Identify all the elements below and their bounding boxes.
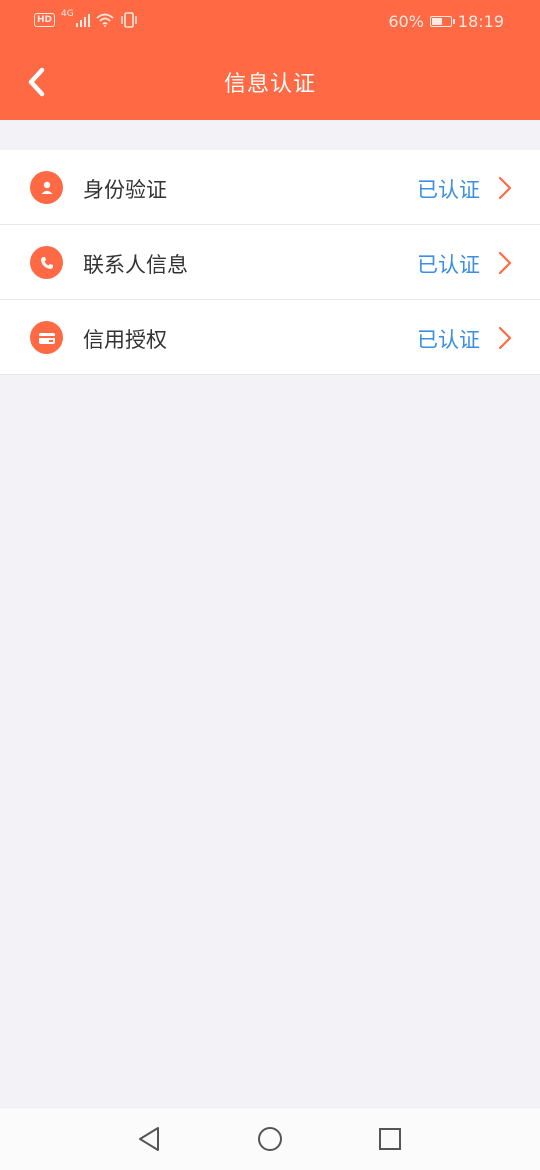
- chevron-right-icon: [498, 176, 512, 200]
- wifi-icon: [96, 13, 114, 27]
- square-recent-icon: [379, 1128, 401, 1150]
- system-nav-bar: [0, 1107, 540, 1170]
- verification-list: 身份验证 已认证 联系人信息 已认证 信用授权 已认证: [0, 150, 540, 375]
- nav-home-button[interactable]: [256, 1125, 284, 1153]
- nav-back-button[interactable]: [136, 1125, 164, 1153]
- battery-icon: [429, 16, 455, 27]
- list-item-identity[interactable]: 身份验证 已认证: [0, 150, 540, 224]
- circle-home-icon: [258, 1127, 282, 1151]
- vibrate-icon: [120, 12, 137, 28]
- list-item-label: 信用授权: [83, 328, 167, 352]
- clock: 18:19: [457, 12, 504, 31]
- card-icon: [30, 321, 63, 354]
- list-item-label: 联系人信息: [83, 253, 188, 277]
- chevron-right-icon: [498, 251, 512, 275]
- status-left: HD 4G: [34, 9, 138, 28]
- status-badge: 已认证: [417, 178, 480, 202]
- status-right: 60% 18:19: [388, 12, 504, 31]
- phone-icon: [30, 246, 63, 279]
- status-badge: 已认证: [417, 328, 480, 352]
- triangle-back-icon: [139, 1127, 159, 1151]
- signal-icon: [75, 14, 90, 27]
- hd-icon: HD: [34, 13, 56, 27]
- list-item-credit[interactable]: 信用授权 已认证: [0, 299, 540, 374]
- battery-percent: 60%: [388, 12, 424, 31]
- user-icon: [30, 171, 63, 204]
- status-bar: HD 4G 60% 18:19: [0, 0, 540, 44]
- page-title: 信息认证: [223, 72, 316, 97]
- nav-recent-button[interactable]: [376, 1125, 404, 1153]
- chevron-right-icon: [498, 326, 512, 350]
- list-item-contacts[interactable]: 联系人信息 已认证: [0, 224, 540, 299]
- status-badge: 已认证: [417, 253, 480, 277]
- list-item-label: 身份验证: [83, 178, 167, 202]
- header: HD 4G 60% 18:19 信息认证: [0, 0, 540, 120]
- network-type-label: 4G: [61, 9, 74, 19]
